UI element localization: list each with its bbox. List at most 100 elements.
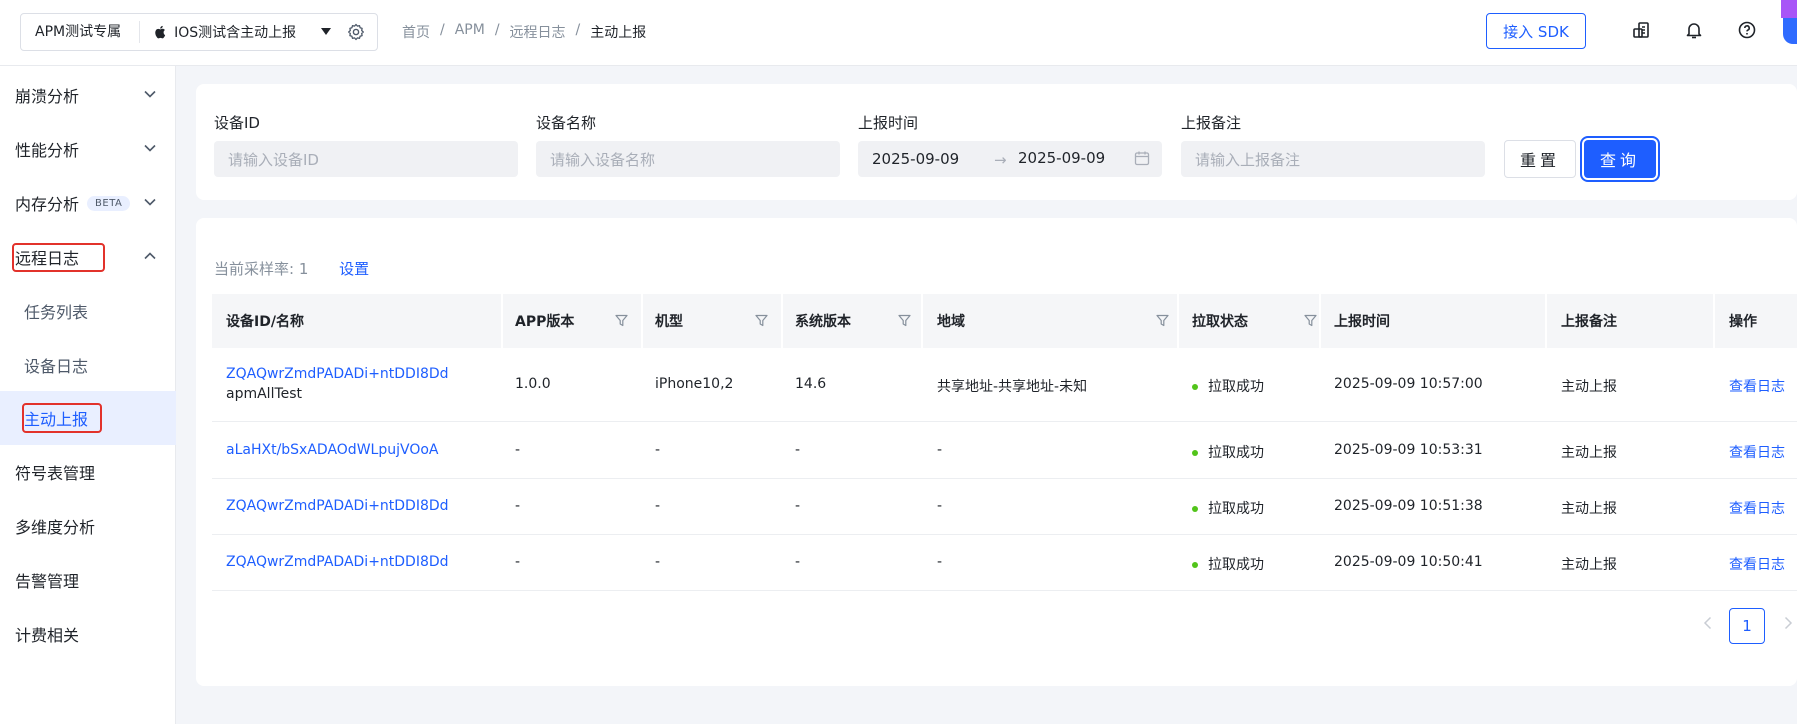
app-selector[interactable]: APM测试专属 IOS测试含主动上报: [20, 13, 378, 51]
column-header: 系统版本: [795, 314, 851, 330]
breadcrumb-remote-log[interactable]: 远程日志: [510, 22, 566, 42]
region: 共享地址-共享地址-未知: [937, 379, 1088, 395]
breadcrumb-current: 主动上报: [590, 25, 647, 41]
column-divider: [641, 294, 643, 348]
sidebar-item-billing[interactable]: 计费相关: [0, 609, 176, 659]
device-id-link[interactable]: ZQAQwrZmdPADADi+ntDDI8Dd: [226, 554, 449, 570]
table-row: aLaHXt/bSxADAOdWLpujVOoA - - - - 拉取成功 20…: [212, 422, 1797, 479]
sidebar-item-performance[interactable]: 性能分析: [0, 124, 176, 174]
sidebar-item-symbol-table[interactable]: 符号表管理: [0, 447, 176, 497]
chevron-right-icon[interactable]: [1778, 613, 1797, 633]
gear-icon[interactable]: [347, 23, 365, 41]
status-label: 拉取成功: [1208, 501, 1264, 517]
chevron-up-icon: [144, 252, 156, 260]
table-row: ZQAQwrZmdPADADi+ntDDI8Dd - - - - 拉取成功 20…: [212, 479, 1797, 535]
app-name-select[interactable]: IOS测试含主动上报: [140, 22, 296, 42]
success-dot-icon: [1192, 506, 1198, 512]
filter-icon[interactable]: [1304, 314, 1317, 327]
bell-icon[interactable]: [1684, 20, 1704, 40]
column-header-region: 地域: [937, 294, 1177, 348]
table-row: ZQAQwrZmdPADADi+ntDDI8Dd - - - - 拉取成功 20…: [212, 535, 1797, 591]
column-divider: [1713, 294, 1715, 348]
os-version: -: [795, 498, 801, 514]
status: 拉取成功: [1192, 554, 1264, 574]
column-header: 地域: [937, 314, 965, 330]
sidebar-item-multi-dimension[interactable]: 多维度分析: [0, 501, 176, 551]
sidebar-item-label: 符号表管理: [15, 464, 96, 483]
device-name-input[interactable]: 请输入设备名称: [536, 141, 840, 177]
sidebar-item-label: 告警管理: [15, 572, 80, 591]
device-id-input[interactable]: 请输入设备ID: [214, 141, 518, 177]
page-current[interactable]: 1: [1729, 608, 1765, 644]
breadcrumb-home[interactable]: 首页: [402, 22, 430, 42]
remark-input[interactable]: 请输入上报备注: [1181, 141, 1485, 177]
success-dot-icon: [1192, 562, 1198, 568]
app-version: -: [515, 554, 521, 570]
device-model: -: [655, 498, 661, 514]
date-end[interactable]: 2025-09-09: [1018, 149, 1105, 167]
view-log-link[interactable]: 查看日志: [1729, 498, 1785, 518]
filter-icon[interactable]: [898, 314, 911, 327]
filter-icon[interactable]: [1156, 314, 1169, 327]
os-version: -: [795, 554, 801, 570]
os-version: 14.6: [795, 376, 827, 392]
chevron-left-icon[interactable]: [1698, 613, 1718, 633]
view-log-link[interactable]: 查看日志: [1729, 376, 1785, 396]
date-range-picker[interactable]: 2025-09-09 → 2025-09-09: [858, 141, 1162, 177]
breadcrumb-apm[interactable]: APM: [455, 22, 485, 42]
device-id-link[interactable]: ZQAQwrZmdPADADi+ntDDI8Dd: [226, 498, 449, 514]
table-row: ZQAQwrZmdPADADi+ntDDI8Dd apmAllTest 1.0.…: [212, 348, 1797, 422]
report-time: 2025-09-09 10:50:41: [1334, 554, 1483, 570]
caret-down-icon[interactable]: [321, 28, 331, 35]
coins-icon[interactable]: [1631, 20, 1651, 40]
status-label: 拉取成功: [1208, 557, 1264, 573]
highlight-box: [22, 403, 102, 433]
sidebar-item-label: 设备日志: [24, 357, 89, 376]
view-log-link[interactable]: 查看日志: [1729, 554, 1785, 574]
sampling-rate-setting-link[interactable]: 设置: [339, 260, 369, 278]
column-divider: [781, 294, 783, 348]
device-id-label: 设备ID: [214, 114, 260, 132]
sidebar-item-task-list[interactable]: 任务列表: [0, 286, 176, 336]
sidebar-item-alert[interactable]: 告警管理: [0, 555, 176, 605]
column-header: APP版本: [515, 314, 575, 330]
device-id-link[interactable]: ZQAQwrZmdPADADi+ntDDI8Dd: [226, 366, 449, 382]
sampling-rate: 当前采样率: 1 设置: [214, 258, 369, 279]
calendar-icon: [1134, 151, 1150, 166]
project-name[interactable]: APM测试专属: [21, 21, 141, 43]
date-start[interactable]: 2025-09-09: [872, 150, 959, 168]
column-divider: [921, 294, 923, 348]
beta-badge: BETA: [87, 195, 131, 211]
view-log-link[interactable]: 查看日志: [1729, 442, 1785, 462]
device-model: -: [655, 554, 661, 570]
column-header: 上报备注: [1561, 314, 1617, 330]
filter-icon[interactable]: [755, 314, 768, 327]
sampling-rate-label: 当前采样率:: [214, 260, 295, 278]
promo-badge: [1781, 0, 1797, 18]
device-id-link[interactable]: aLaHXt/bSxADAOdWLpujVOoA: [226, 442, 438, 458]
app-name-label: IOS测试含主动上报: [174, 25, 297, 41]
sidebar-item-device-log[interactable]: 设备日志: [0, 340, 176, 390]
chevron-down-icon: [144, 198, 156, 206]
query-button[interactable]: 查询: [1584, 140, 1656, 178]
connect-sdk-button[interactable]: 接入 SDK: [1486, 13, 1586, 49]
column-header: 操作: [1729, 314, 1757, 330]
column-header-app-version: APP版本: [515, 294, 641, 348]
help-icon[interactable]: [1737, 20, 1757, 40]
app-version: -: [515, 498, 521, 514]
remark-label: 上报备注: [1181, 114, 1242, 132]
sidebar-item-memory[interactable]: 内存分析 BETA: [0, 178, 176, 228]
app-version: -: [515, 442, 521, 458]
report-time: 2025-09-09 10:51:38: [1334, 498, 1483, 514]
sidebar-item-label: 计费相关: [15, 626, 80, 645]
reset-button[interactable]: 重置: [1504, 140, 1576, 178]
filter-icon[interactable]: [615, 314, 628, 327]
region: -: [937, 442, 943, 458]
sidebar-item-crash[interactable]: 崩溃分析: [0, 70, 176, 120]
success-dot-icon: [1192, 450, 1198, 456]
column-divider: [1177, 294, 1179, 348]
column-header: 机型: [655, 314, 683, 330]
app-version: 1.0.0: [515, 376, 551, 392]
report-remark: 主动上报: [1561, 379, 1617, 395]
column-header-os-version: 系统版本: [795, 294, 921, 348]
